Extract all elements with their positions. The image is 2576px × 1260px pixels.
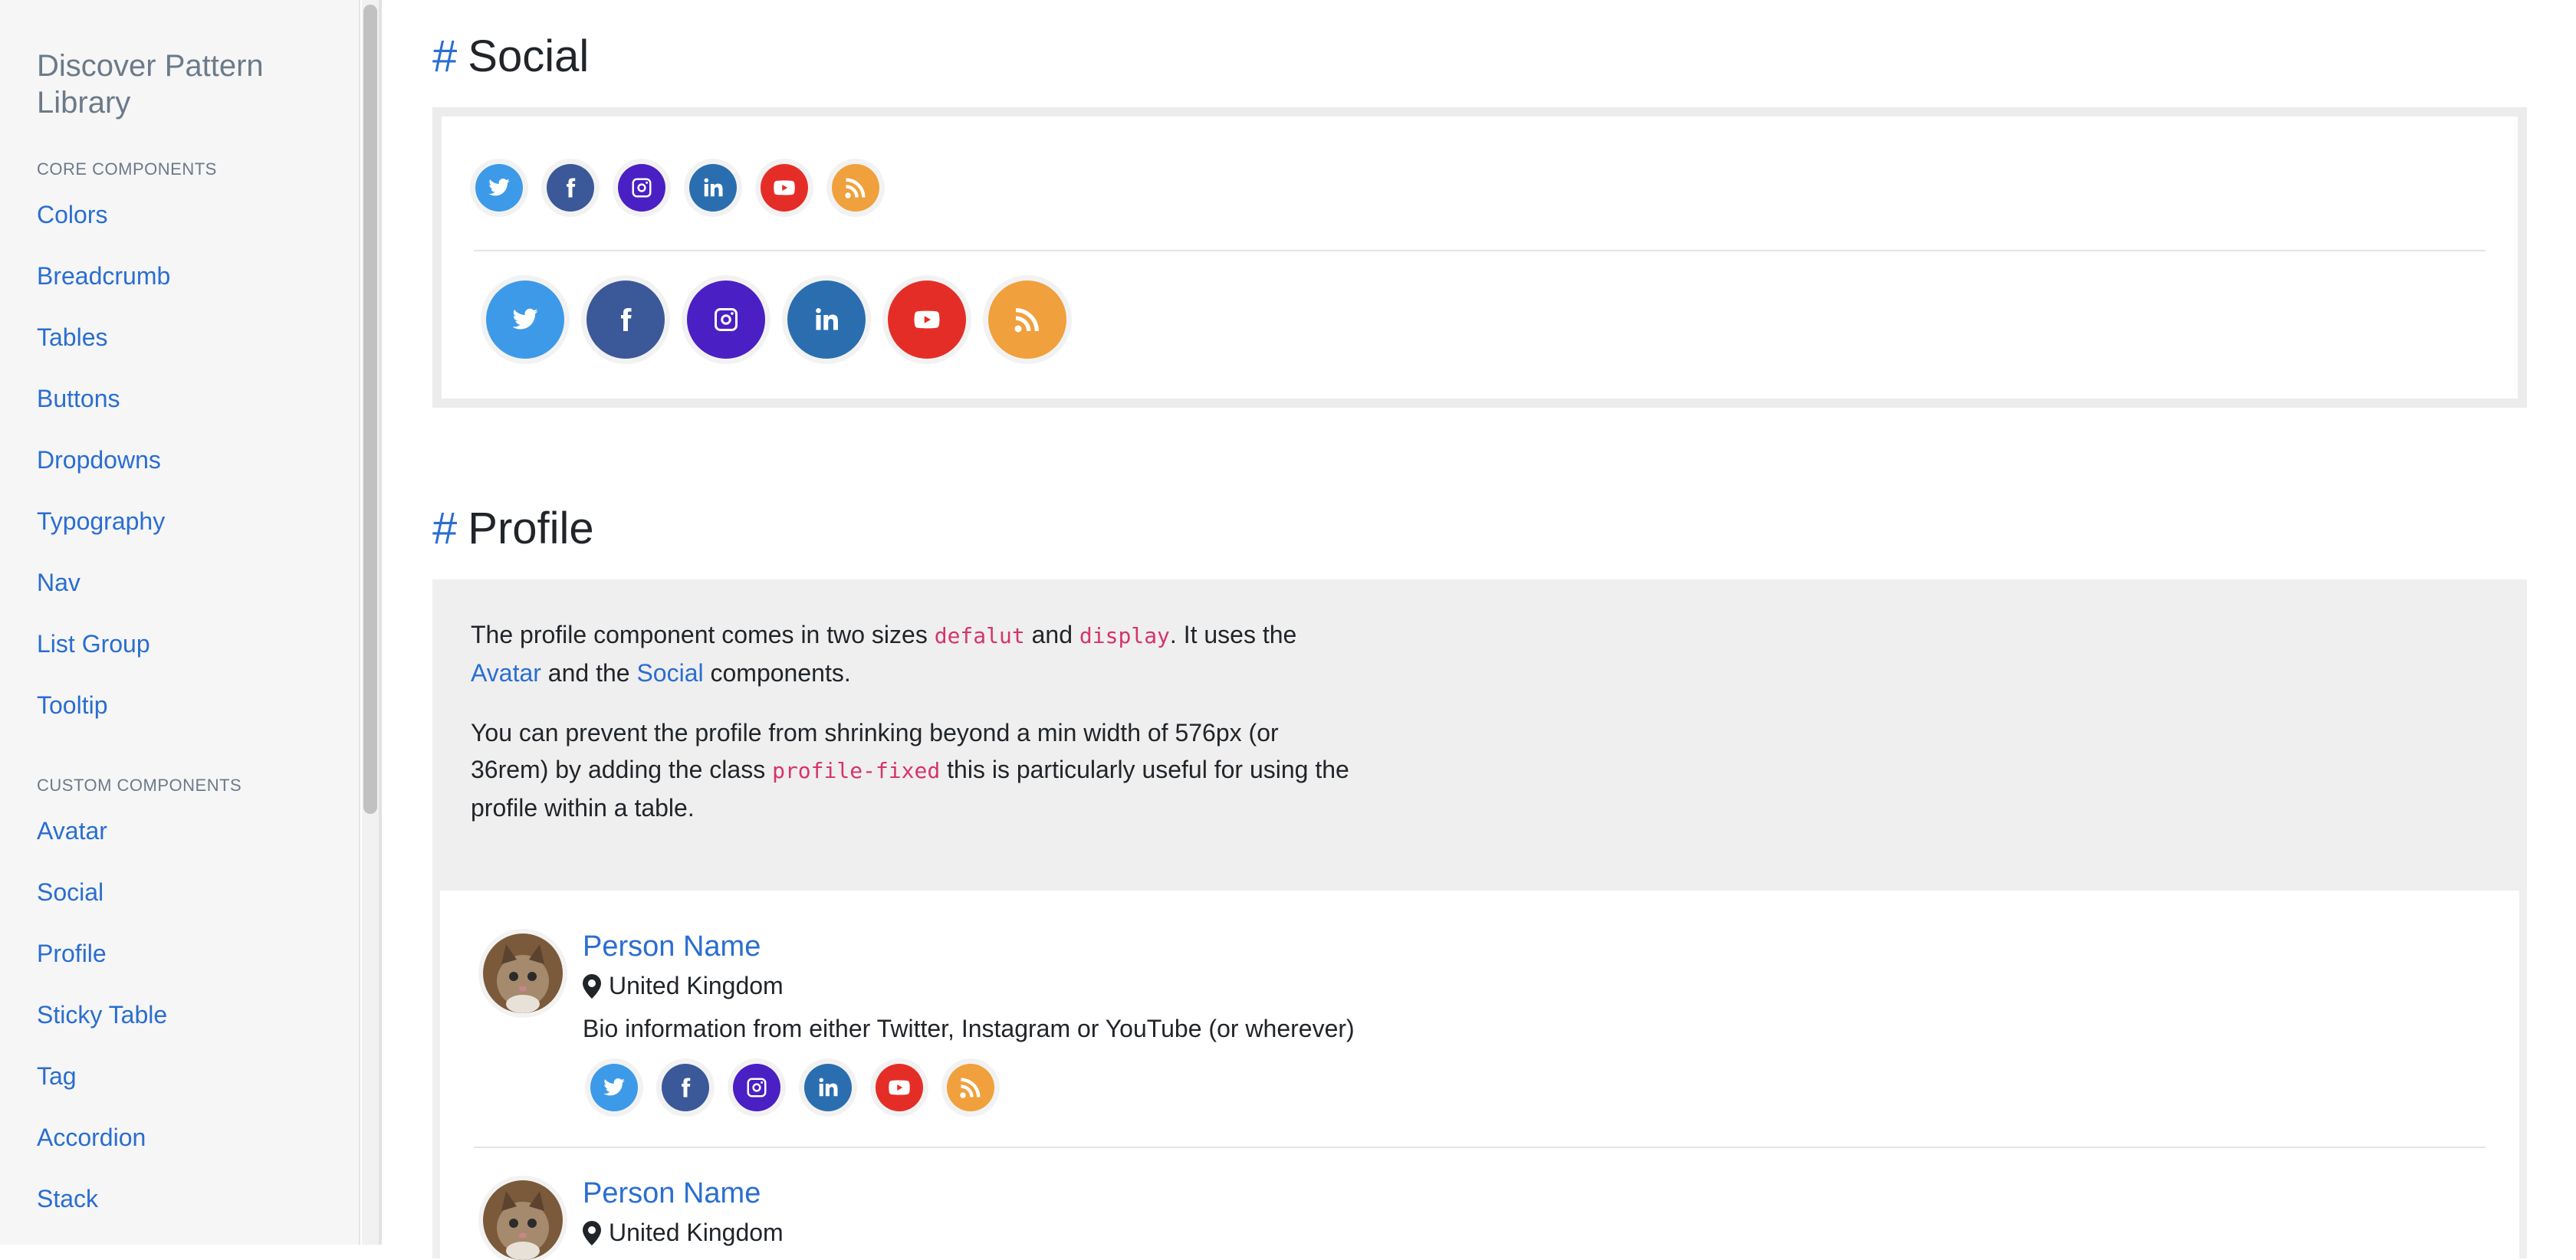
person-name-link[interactable]: Person Name xyxy=(583,1177,761,1210)
social-demo-card xyxy=(432,107,2527,408)
sidebar-item-breadcrumb[interactable]: Breadcrumb xyxy=(37,262,170,290)
sidebar-item-list-group[interactable]: List Group xyxy=(37,630,150,658)
social-divider xyxy=(474,250,2486,251)
twitter-icon[interactable] xyxy=(486,281,564,359)
map-marker-icon xyxy=(583,1221,601,1245)
person-location: United Kingdom xyxy=(583,972,784,1000)
rss-icon[interactable] xyxy=(988,281,1066,359)
linkedin-icon[interactable] xyxy=(787,281,866,359)
twitter-icon[interactable] xyxy=(475,164,523,212)
avatar xyxy=(483,1180,563,1260)
intro-paragraph-2: You can prevent the profile from shrinki… xyxy=(471,719,1349,822)
sidebar-item-tag[interactable]: Tag xyxy=(37,1062,77,1091)
sidebar-item-tooltip[interactable]: Tooltip xyxy=(37,691,108,720)
sidebar-item-stack[interactable]: Stack xyxy=(37,1185,98,1213)
brand-title[interactable]: Discover Pattern Library xyxy=(37,48,328,121)
profile-social-icons xyxy=(590,1064,1018,1111)
avatar xyxy=(483,934,563,1013)
rss-icon[interactable] xyxy=(832,164,879,212)
facebook-icon[interactable] xyxy=(662,1064,709,1111)
sidebar-item-buttons[interactable]: Buttons xyxy=(37,385,120,413)
section-heading-core: CORE COMPONENTS xyxy=(37,159,217,179)
social-heading: # Social xyxy=(432,31,590,81)
instagram-icon[interactable] xyxy=(618,164,665,212)
hash-anchor-link[interactable]: # xyxy=(432,504,457,553)
code-display: display xyxy=(1079,623,1170,648)
avatar-link[interactable]: Avatar xyxy=(471,659,541,687)
hash-anchor-link[interactable]: # xyxy=(432,31,457,81)
sidebar-item-profile[interactable]: Profile xyxy=(37,940,107,968)
person-bio: Bio information from either Twitter, Ins… xyxy=(583,1015,1355,1042)
sidebar-item-accordion[interactable]: Accordion xyxy=(37,1124,146,1152)
sidebar-item-colors[interactable]: Colors xyxy=(37,201,107,229)
sidebar-item-nav[interactable]: Nav xyxy=(37,569,80,597)
intro-paragraph-1: The profile component comes in two sizes… xyxy=(471,621,1297,687)
youtube-icon[interactable] xyxy=(876,1064,923,1111)
instagram-icon[interactable] xyxy=(733,1064,780,1111)
youtube-icon[interactable] xyxy=(888,281,966,359)
facebook-icon[interactable] xyxy=(586,281,665,359)
person-location: United Kingdom xyxy=(583,1219,784,1247)
sidebar: Discover Pattern Library CORE COMPONENTS… xyxy=(0,0,360,1245)
social-link[interactable]: Social xyxy=(636,659,703,687)
twitter-icon[interactable] xyxy=(590,1064,638,1111)
social-icons-small xyxy=(475,164,903,212)
sidebar-item-sticky-table[interactable]: Sticky Table xyxy=(37,1001,167,1029)
code-profile-fixed: profile-fixed xyxy=(772,758,941,783)
sidebar-item-dropdowns[interactable]: Dropdowns xyxy=(37,446,161,474)
section-heading-custom: CUSTOM COMPONENTS xyxy=(37,776,242,795)
sidebar-item-tables[interactable]: Tables xyxy=(37,323,108,352)
sidebar-scrollbar-thumb[interactable] xyxy=(363,5,377,814)
sidebar-item-typography[interactable]: Typography xyxy=(37,507,165,536)
profile-divider xyxy=(474,1147,2486,1148)
social-icons-large xyxy=(486,281,1089,359)
profile-intro-panel: The profile component comes in two sizes… xyxy=(432,579,2527,891)
map-marker-icon xyxy=(583,974,601,999)
rss-icon[interactable] xyxy=(947,1064,994,1111)
code-defalut: defalut xyxy=(934,623,1025,648)
profile-heading: # Profile xyxy=(432,504,594,553)
sidebar-item-social[interactable]: Social xyxy=(37,878,104,907)
person-name-link[interactable]: Person Name xyxy=(583,930,761,963)
profile-demo-card: Person Name United Kingdom Bio informati… xyxy=(432,891,2527,1260)
linkedin-icon[interactable] xyxy=(804,1064,852,1111)
youtube-icon[interactable] xyxy=(761,164,808,212)
instagram-icon[interactable] xyxy=(687,281,765,359)
sidebar-item-avatar[interactable]: Avatar xyxy=(37,817,107,845)
facebook-icon[interactable] xyxy=(547,164,594,212)
linkedin-icon[interactable] xyxy=(689,164,737,212)
